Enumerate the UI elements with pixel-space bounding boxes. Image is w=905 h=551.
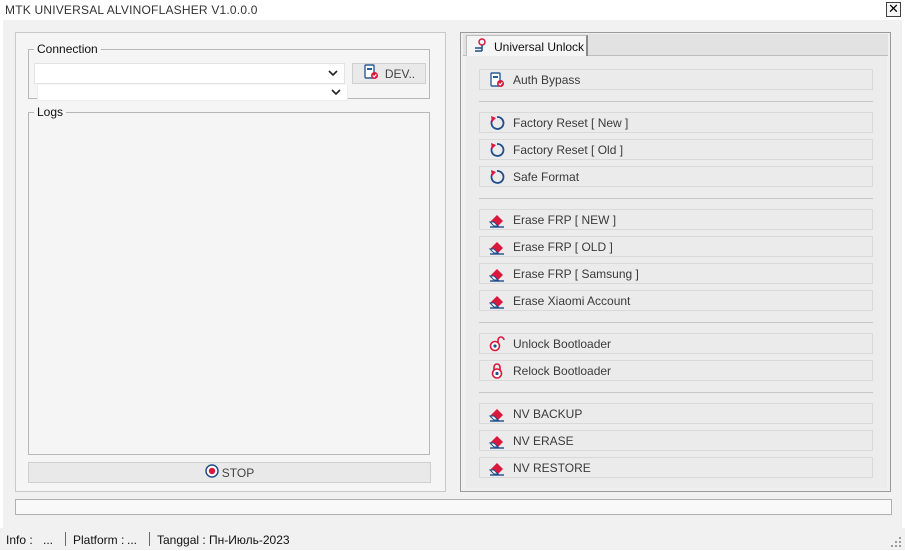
separator: [479, 392, 873, 393]
erase-frp-new-button[interactable]: Erase FRP [ NEW ]: [479, 209, 873, 230]
erase-xiaomi-account-button[interactable]: Erase Xiaomi Account: [479, 290, 873, 311]
reset-icon: [489, 169, 505, 185]
sub-select[interactable]: [37, 85, 348, 101]
erase-frp-samsung-label: Erase FRP [ Samsung ]: [513, 266, 639, 281]
tab-universal-unlock-label: Universal Unlock: [494, 39, 585, 54]
logs-area[interactable]: [31, 123, 427, 452]
tab-universal-unlock[interactable]: Universal Unlock: [466, 35, 588, 57]
separator: [479, 198, 873, 199]
nv-erase-label: NV ERASE: [513, 433, 574, 448]
eraser-icon: [488, 433, 505, 449]
erase-frp-samsung-button[interactable]: Erase FRP [ Samsung ]: [479, 263, 873, 284]
date-label: Tanggal :: [157, 533, 206, 547]
erase-frp-old-button[interactable]: Erase FRP [ OLD ]: [479, 236, 873, 257]
eraser-icon: [488, 239, 505, 255]
shield-check-icon: [489, 71, 505, 88]
factory-reset-new-label: Factory Reset [ New ]: [513, 115, 629, 130]
platform-label: Platform :: [73, 533, 125, 547]
progress-bar: [15, 499, 892, 515]
separator: [479, 101, 873, 102]
safe-format-button[interactable]: Safe Format: [479, 166, 873, 187]
nv-restore-label: NV RESTORE: [513, 460, 591, 475]
logs-group: Logs: [28, 105, 430, 455]
status-divider: [65, 532, 66, 546]
relock-bootloader-label: Relock Bootloader: [513, 363, 612, 378]
chevron-down-icon: [326, 64, 340, 83]
eraser-icon: [488, 406, 505, 422]
factory-reset-old-button[interactable]: Factory Reset [ Old ]: [479, 139, 873, 160]
reset-icon: [489, 142, 505, 158]
nv-backup-button[interactable]: NV BACKUP: [479, 403, 873, 424]
stop-button[interactable]: STOP: [28, 462, 431, 483]
eraser-icon: [488, 293, 505, 309]
lock-icon: [489, 362, 505, 379]
erase-frp-new-label: Erase FRP [ NEW ]: [513, 212, 617, 227]
nv-backup-label: NV BACKUP: [513, 406, 583, 421]
usb-key-icon: [473, 37, 488, 56]
info-label: Info :: [6, 533, 33, 547]
unlock-icon: [489, 335, 505, 352]
platform-value: ...: [127, 533, 138, 547]
erase-xiaomi-account-label: Erase Xiaomi Account: [513, 293, 631, 308]
device-button[interactable]: DEV..: [352, 63, 426, 84]
close-button[interactable]: ✕: [886, 2, 901, 17]
separator: [479, 322, 873, 323]
device-button-label: DEV..: [384, 66, 416, 81]
auth-bypass-label: Auth Bypass: [513, 72, 581, 87]
window-title: MTK UNIVERSAL ALVINOFLASHER V1.0.0.0: [5, 3, 258, 17]
eraser-icon: [488, 212, 505, 228]
nv-restore-button[interactable]: NV RESTORE: [479, 457, 873, 478]
unlock-bootloader-button[interactable]: Unlock Bootloader: [479, 333, 873, 354]
status-divider: [149, 532, 150, 546]
info-value: ...: [43, 533, 54, 547]
port-select[interactable]: [34, 63, 345, 84]
reset-icon: [489, 115, 505, 131]
date-value: Пн-Июль-2023: [209, 533, 290, 547]
close-icon: ✕: [888, 1, 899, 16]
eraser-icon: [488, 266, 505, 282]
auth-bypass-button[interactable]: Auth Bypass: [479, 69, 873, 90]
factory-reset-new-button[interactable]: Factory Reset [ New ]: [479, 112, 873, 133]
stop-icon: [205, 464, 219, 481]
eraser-icon: [488, 460, 505, 476]
safe-format-label: Safe Format: [513, 169, 580, 184]
resize-grip-icon[interactable]: [890, 536, 902, 548]
erase-frp-old-label: Erase FRP [ OLD ]: [513, 239, 613, 254]
nv-erase-button[interactable]: NV ERASE: [479, 430, 873, 451]
device-icon: [363, 64, 379, 83]
relock-bootloader-button[interactable]: Relock Bootloader: [479, 360, 873, 381]
stop-button-label: STOP: [221, 465, 255, 480]
unlock-bootloader-label: Unlock Bootloader: [513, 336, 612, 351]
connection-label: Connection: [37, 42, 98, 56]
factory-reset-old-label: Factory Reset [ Old ]: [513, 142, 624, 157]
logs-label: Logs: [37, 105, 64, 119]
chevron-down-icon: [329, 85, 343, 100]
